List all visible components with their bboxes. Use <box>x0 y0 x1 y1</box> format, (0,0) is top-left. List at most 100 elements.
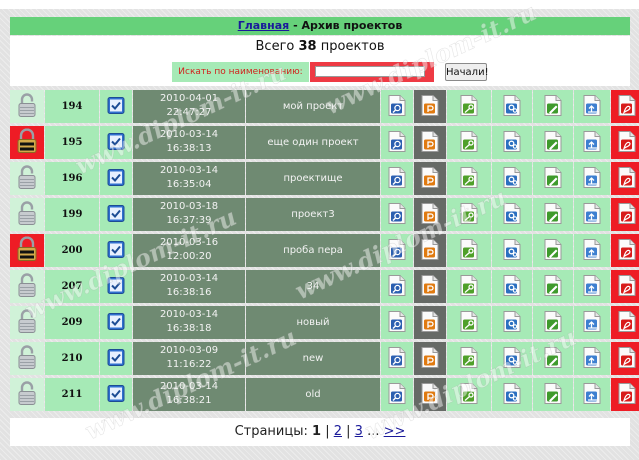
pdf-document-cell[interactable] <box>611 90 639 123</box>
search-document-cell[interactable] <box>381 162 413 195</box>
powerpoint-document-cell[interactable] <box>414 126 446 159</box>
settings-document-icon[interactable] <box>503 274 521 299</box>
pdf-document-cell[interactable] <box>611 234 639 267</box>
edit-document-icon[interactable] <box>544 130 562 155</box>
key-document-icon[interactable] <box>460 166 478 191</box>
upload-document-icon[interactable] <box>583 382 601 407</box>
edit-document-cell[interactable] <box>533 306 573 339</box>
checkbox-icon[interactable] <box>107 384 125 405</box>
powerpoint-document-cell[interactable] <box>414 342 446 375</box>
settings-document-icon[interactable] <box>503 166 521 191</box>
search-document-icon[interactable] <box>388 166 406 191</box>
lock-cell[interactable] <box>10 162 44 195</box>
lock-cell[interactable] <box>10 306 44 339</box>
powerpoint-document-icon[interactable] <box>421 238 439 263</box>
search-document-cell[interactable] <box>381 306 413 339</box>
edit-document-cell[interactable] <box>533 270 573 303</box>
key-document-cell[interactable] <box>447 306 491 339</box>
lock-icon[interactable] <box>17 380 37 409</box>
key-document-icon[interactable] <box>460 274 478 299</box>
upload-document-icon[interactable] <box>583 130 601 155</box>
lock-icon[interactable] <box>17 308 37 337</box>
powerpoint-document-cell[interactable] <box>414 234 446 267</box>
settings-document-icon[interactable] <box>503 202 521 227</box>
pdf-document-cell[interactable] <box>611 306 639 339</box>
edit-document-cell[interactable] <box>533 342 573 375</box>
lock-icon[interactable] <box>17 272 37 301</box>
checkbox-cell[interactable] <box>100 234 132 267</box>
checkbox-cell[interactable] <box>100 90 132 123</box>
pdf-document-icon[interactable] <box>618 202 636 227</box>
checkbox-cell[interactable] <box>100 270 132 303</box>
search-document-icon[interactable] <box>388 202 406 227</box>
checkbox-icon[interactable] <box>107 276 125 297</box>
pdf-document-icon[interactable] <box>618 94 636 119</box>
powerpoint-document-icon[interactable] <box>421 202 439 227</box>
lock-cell[interactable] <box>10 342 44 375</box>
lock-cell[interactable] <box>10 270 44 303</box>
checkbox-icon[interactable] <box>107 168 125 189</box>
key-document-cell[interactable] <box>447 162 491 195</box>
key-document-cell[interactable] <box>447 90 491 123</box>
upload-document-icon[interactable] <box>583 94 601 119</box>
lock-cell[interactable] <box>10 198 44 231</box>
search-document-cell[interactable] <box>381 198 413 231</box>
powerpoint-document-icon[interactable] <box>421 130 439 155</box>
settings-document-cell[interactable] <box>492 234 532 267</box>
key-document-icon[interactable] <box>460 202 478 227</box>
upload-document-cell[interactable] <box>574 162 610 195</box>
search-document-cell[interactable] <box>381 126 413 159</box>
upload-document-cell[interactable] <box>574 378 610 411</box>
settings-document-cell[interactable] <box>492 162 532 195</box>
lock-cell[interactable] <box>10 378 44 411</box>
checkbox-icon[interactable] <box>107 96 125 117</box>
pdf-document-icon[interactable] <box>618 166 636 191</box>
upload-document-cell[interactable] <box>574 198 610 231</box>
settings-document-icon[interactable] <box>503 94 521 119</box>
pdf-document-cell[interactable] <box>611 162 639 195</box>
search-document-icon[interactable] <box>388 346 406 371</box>
checkbox-cell[interactable] <box>100 342 132 375</box>
settings-document-icon[interactable] <box>503 382 521 407</box>
key-document-cell[interactable] <box>447 342 491 375</box>
key-document-icon[interactable] <box>460 94 478 119</box>
lock-cell[interactable] <box>10 90 44 123</box>
checkbox-cell[interactable] <box>100 126 132 159</box>
edit-document-icon[interactable] <box>544 202 562 227</box>
powerpoint-document-cell[interactable] <box>414 198 446 231</box>
key-document-cell[interactable] <box>447 198 491 231</box>
upload-document-icon[interactable] <box>583 346 601 371</box>
powerpoint-document-icon[interactable] <box>421 310 439 335</box>
search-document-cell[interactable] <box>381 270 413 303</box>
key-document-icon[interactable] <box>460 130 478 155</box>
edit-document-icon[interactable] <box>544 94 562 119</box>
checkbox-icon[interactable] <box>107 348 125 369</box>
key-document-cell[interactable] <box>447 378 491 411</box>
search-input[interactable] <box>315 66 425 77</box>
settings-document-cell[interactable] <box>492 378 532 411</box>
powerpoint-document-icon[interactable] <box>421 346 439 371</box>
powerpoint-document-cell[interactable] <box>414 306 446 339</box>
upload-document-icon[interactable] <box>583 238 601 263</box>
upload-document-cell[interactable] <box>574 342 610 375</box>
search-document-icon[interactable] <box>388 274 406 299</box>
lock-cell[interactable] <box>10 234 44 267</box>
checkbox-cell[interactable] <box>100 378 132 411</box>
upload-document-icon[interactable] <box>583 310 601 335</box>
search-document-icon[interactable] <box>388 130 406 155</box>
checkbox-icon[interactable] <box>107 132 125 153</box>
settings-document-icon[interactable] <box>503 310 521 335</box>
search-document-cell[interactable] <box>381 234 413 267</box>
pagination-next[interactable]: >> <box>384 424 406 439</box>
lock-icon[interactable] <box>17 92 37 121</box>
checkbox-cell[interactable] <box>100 162 132 195</box>
powerpoint-document-cell[interactable] <box>414 270 446 303</box>
upload-document-cell[interactable] <box>574 306 610 339</box>
edit-document-icon[interactable] <box>544 274 562 299</box>
powerpoint-document-icon[interactable] <box>421 274 439 299</box>
pdf-document-icon[interactable] <box>618 130 636 155</box>
powerpoint-document-icon[interactable] <box>421 94 439 119</box>
upload-document-icon[interactable] <box>583 202 601 227</box>
upload-document-icon[interactable] <box>583 166 601 191</box>
upload-document-icon[interactable] <box>583 274 601 299</box>
